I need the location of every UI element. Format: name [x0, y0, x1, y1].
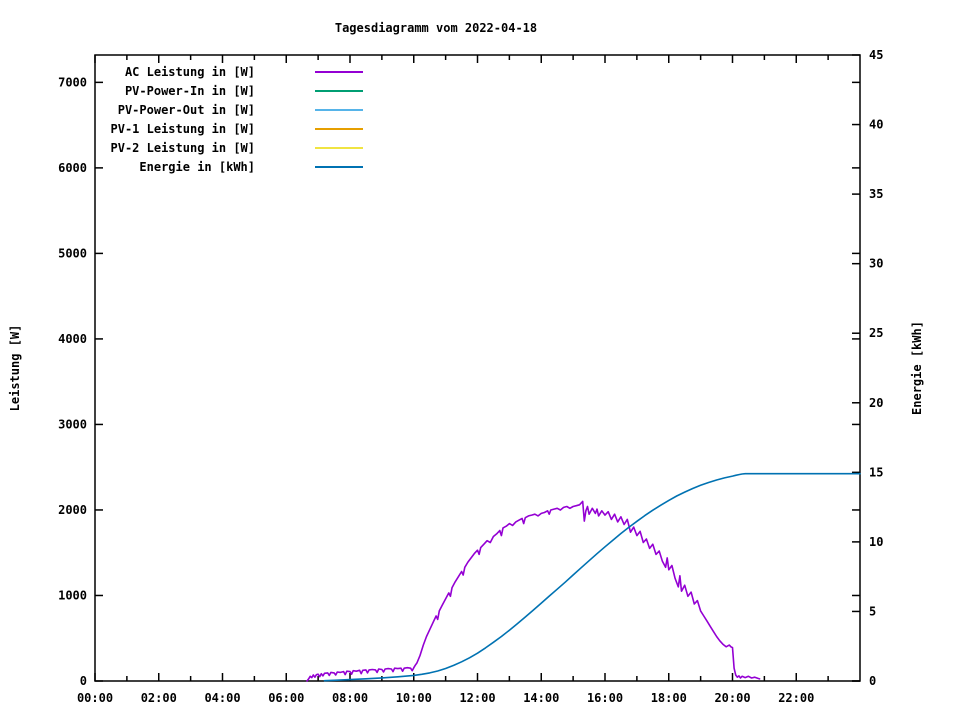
legend-line-sample — [315, 89, 363, 92]
legend-label: Energie in [kWh] — [139, 159, 255, 174]
legend-row: Energie in [kWh] — [95, 157, 363, 176]
legend-line-sample — [315, 108, 363, 111]
y-left-tick-label: 6000 — [58, 161, 87, 175]
y-right-tick-label: 40 — [869, 118, 883, 132]
legend-line-sample — [315, 127, 363, 130]
x-tick-label: 04:00 — [204, 691, 240, 705]
y-left-tick-label: 4000 — [58, 332, 87, 346]
legend-label: PV-Power-In in [W] — [124, 83, 255, 98]
y-axis-label-right: Energie [kWh] — [910, 321, 924, 415]
y-right-tick-label: 5 — [869, 604, 876, 618]
x-tick-label: 12:00 — [459, 691, 495, 705]
y-axis-label-left: Leistung [W] — [8, 324, 22, 412]
legend-label: PV-Power-Out in [W] — [117, 102, 255, 117]
y-right-tick-label: 30 — [869, 257, 883, 271]
y-right-tick-label: 25 — [869, 326, 883, 340]
series-line — [306, 500, 761, 682]
x-tick-label: 16:00 — [587, 691, 623, 705]
legend-label: AC Leistung in [W] — [124, 64, 255, 79]
y-right-tick-label: 20 — [869, 396, 883, 410]
series-line — [323, 472, 861, 682]
y-right-tick-label: 35 — [869, 187, 883, 201]
y-right-tick-label: 45 — [869, 48, 883, 62]
x-tick-label: 20:00 — [714, 691, 750, 705]
legend-row: PV-Power-Out in [W] — [95, 100, 363, 119]
x-tick-label: 02:00 — [141, 691, 177, 705]
legend-label: PV-2 Leistung in [W] — [110, 140, 256, 155]
y-left-tick-label: 1000 — [58, 588, 87, 602]
x-tick-label: 10:00 — [396, 691, 432, 705]
x-tick-label: 18:00 — [651, 691, 687, 705]
legend: AC Leistung in [W] PV-Power-In in [W] PV… — [95, 62, 363, 176]
y-right-tick-label: 10 — [869, 535, 883, 549]
legend-line-sample — [315, 146, 363, 149]
y-left-tick-label: 3000 — [58, 417, 87, 431]
x-tick-label: 06:00 — [268, 691, 304, 705]
y-left-tick-label: 0 — [80, 674, 87, 688]
legend-line-sample — [315, 70, 363, 73]
y-right-tick-label: 0 — [869, 674, 876, 688]
legend-label: PV-1 Leistung in [W] — [110, 121, 256, 136]
x-tick-label: 00:00 — [77, 691, 113, 705]
chart-canvas: 00:00 02:00 04:00 06:00 08:00 10:00 12:00 14:00… — [0, 0, 960, 720]
x-tick-label: 14:00 — [523, 691, 559, 705]
chart-title: Tagesdiagramm vom 2022-04-18 — [334, 21, 538, 35]
legend-row: PV-1 Leistung in [W] — [95, 119, 363, 138]
legend-row: PV-2 Leistung in [W] — [95, 138, 363, 157]
x-tick-label: 22:00 — [778, 691, 814, 705]
y-left-tick-label: 2000 — [58, 503, 87, 517]
legend-line-sample — [315, 165, 363, 168]
legend-row: PV-Power-In in [W] — [95, 81, 363, 100]
x-tick-label: 08:00 — [332, 691, 368, 705]
y-right-tick-label: 15 — [869, 465, 883, 479]
y-left-tick-label: 7000 — [58, 75, 87, 89]
y-left-tick-label: 5000 — [58, 246, 87, 260]
legend-row: AC Leistung in [W] — [95, 62, 363, 81]
